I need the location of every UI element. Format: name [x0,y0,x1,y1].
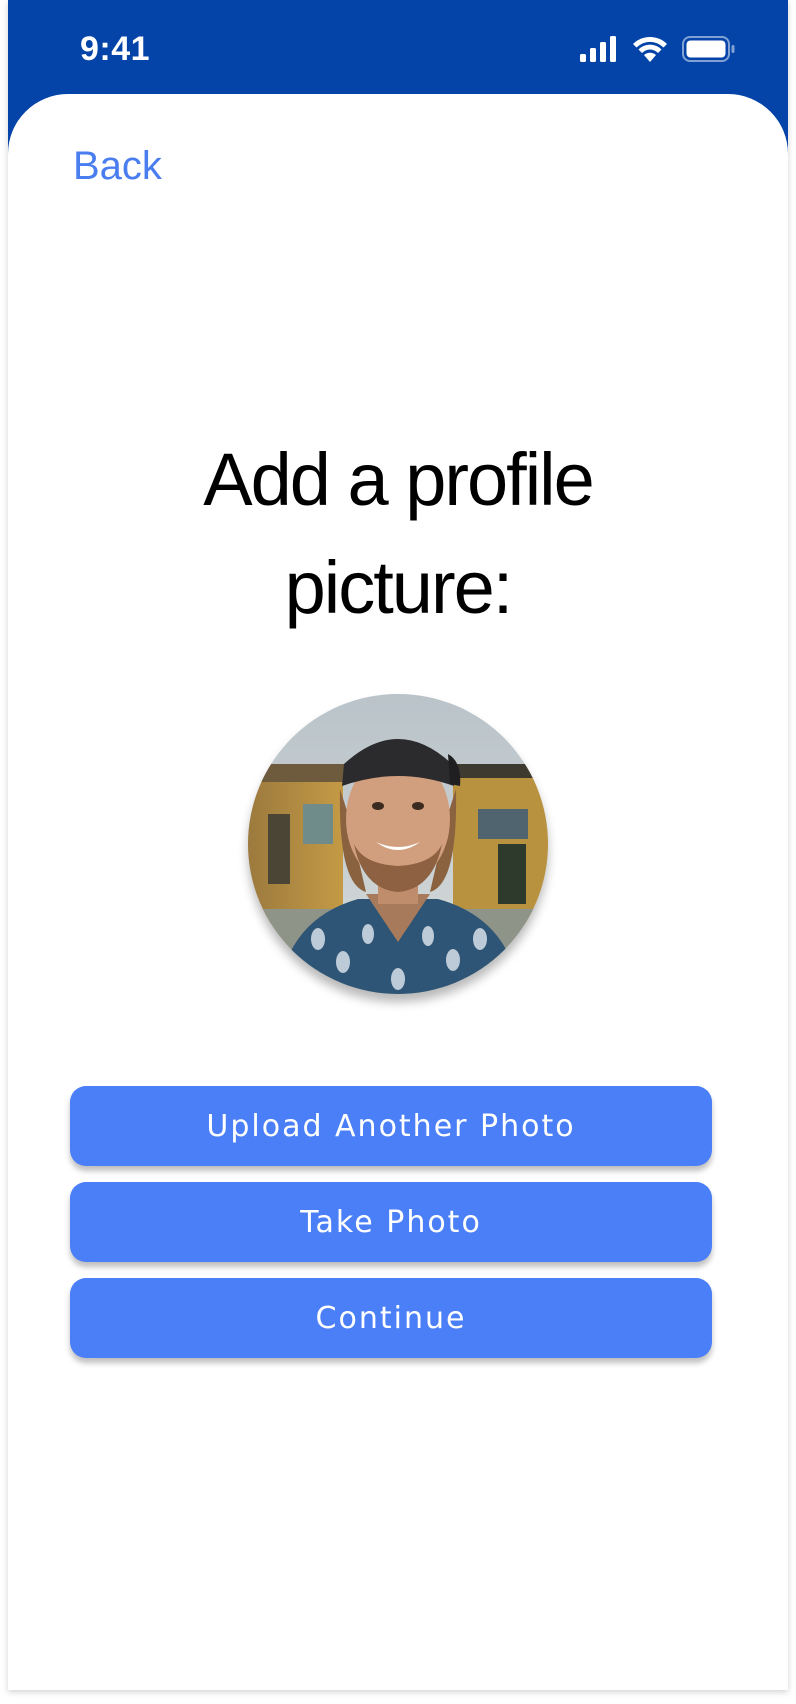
phone-frame: 9:41 Back Add a profile picture: Upload … [8,0,788,1690]
back-button[interactable]: Back [73,144,162,189]
page-title-line-1: Add a profile [203,438,595,521]
take-photo-button[interactable]: Take Photo [70,1182,712,1262]
content-sheet: Back Add a profile picture: Upload Anoth… [8,94,788,1690]
page-title: Add a profile picture: [8,426,788,642]
profile-avatar [248,694,548,994]
battery-icon [682,35,736,67]
continue-button[interactable]: Continue [70,1278,712,1358]
wifi-icon [632,36,668,67]
page-title-line-2: picture: [284,546,514,629]
status-bar: 9:41 [8,0,788,96]
status-time: 9:41 [80,30,151,68]
upload-another-photo-button[interactable]: Upload Another Photo [70,1086,712,1166]
status-icons [580,35,736,67]
signal-icon [580,35,618,67]
